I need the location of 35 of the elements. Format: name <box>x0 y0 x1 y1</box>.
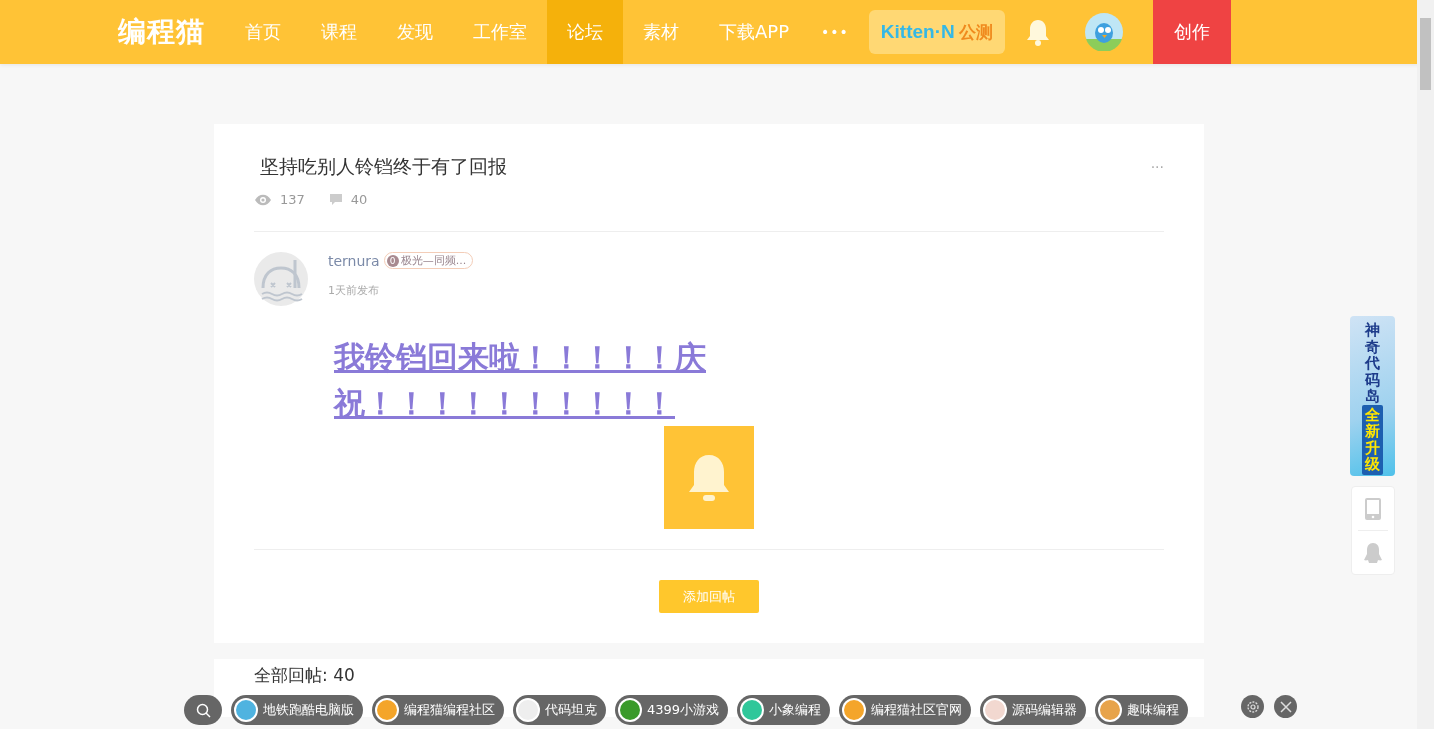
brand-text: Kitten·N <box>880 21 955 43</box>
nav-tab[interactable]: 首页 <box>225 0 301 64</box>
link-chip[interactable]: 4399小游戏 <box>615 695 729 725</box>
banner-text: 全新升级 <box>1362 404 1383 475</box>
link-chip[interactable]: 趣味编程 <box>1095 695 1189 725</box>
link-chip[interactable]: 编程猫编程社区 <box>372 695 504 725</box>
post-title: 坚持吃别人铃铛终于有了回报 <box>260 154 507 179</box>
medal-number: 0 <box>386 254 399 267</box>
medal-text: 极光—同频... <box>400 253 467 268</box>
link-chip[interactable]: 源码编辑器 <box>980 695 1087 725</box>
link-chip[interactable]: 代码坦克 <box>513 695 606 725</box>
nav-tab[interactable]: 工作室 <box>453 0 547 64</box>
nav-tab[interactable]: 论坛 <box>547 0 623 64</box>
beta-tag: 公测 <box>958 20 993 44</box>
banner-text: 神奇代码岛 <box>1365 322 1380 405</box>
promo-banner[interactable]: 神奇代码岛 全新升级 <box>1350 316 1395 476</box>
nav-tab[interactable]: 素材 <box>623 0 699 64</box>
replies-heading: 全部回帖: 40 <box>254 664 356 687</box>
post-text: 我铃铛回来啦！！！！！庆祝！！！！！！！！！！ <box>334 338 707 423</box>
link-chip[interactable]: 编程猫社区官网 <box>839 695 972 725</box>
link-chip[interactable]: 地铁跑酷电脑版 <box>231 695 363 725</box>
add-reply-button[interactable]: 添加回帖 <box>659 580 759 613</box>
nav-tab[interactable]: 下载APP <box>699 0 810 64</box>
logo[interactable]: 编程猫 <box>118 13 205 51</box>
comment-count: 40 <box>350 192 368 207</box>
view-count: 137 <box>280 192 305 207</box>
link-chip[interactable]: 小象编程 <box>737 695 831 725</box>
post-time: 1天前发布 <box>328 283 380 298</box>
more-menu[interactable]: ··· <box>1150 159 1164 175</box>
username[interactable]: ternura <box>328 252 380 269</box>
beta-badge[interactable]: Kitten·N 公测 <box>868 10 1005 54</box>
create-button[interactable]: 创作 <box>1152 0 1231 64</box>
nav-tab[interactable]: 发现 <box>377 0 453 64</box>
more-menu[interactable]: ••• <box>821 24 849 40</box>
nav-tab[interactable]: 课程 <box>301 0 377 64</box>
